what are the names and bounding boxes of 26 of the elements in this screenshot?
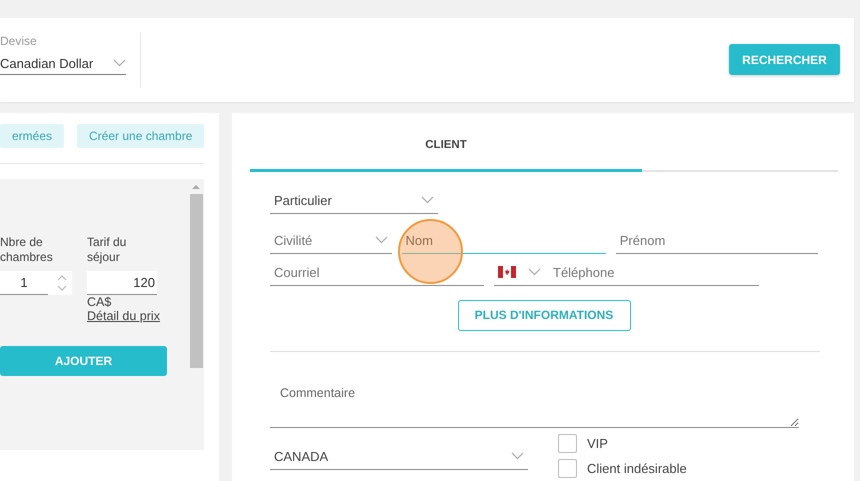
stay-rate-field[interactable]: 120: [87, 270, 157, 295]
spinner-icon[interactable]: [56, 272, 68, 293]
currency-select[interactable]: Canadian Dollar: [0, 56, 126, 75]
stay-rate-label: Tarif du séjour: [87, 234, 128, 265]
scrollbar-thumb[interactable]: [190, 194, 202, 368]
currency-label: Devise: [0, 34, 38, 48]
phone-field[interactable]: Téléphone: [494, 260, 759, 286]
checkbox[interactable]: [558, 458, 577, 478]
rooms-count-label: Nbre de chambres: [0, 234, 54, 265]
tab[interactable]: CLIENT: [250, 130, 642, 172]
chevron-down-icon: [374, 236, 388, 244]
civility-select[interactable]: Civilité: [270, 228, 392, 254]
chevron-down-icon: [113, 59, 126, 68]
chevron-down-icon: [421, 196, 434, 204]
rooms-count-field[interactable]: 1: [0, 270, 72, 295]
checkbox[interactable]: [558, 434, 577, 453]
chevron-down-icon: [528, 268, 541, 276]
chevron-down-icon: [511, 452, 524, 460]
checkbox-label: Client indésirable: [587, 460, 687, 476]
scroll-up-icon[interactable]: [192, 184, 200, 190]
flag-icon: [498, 266, 516, 278]
client-type-select[interactable]: Particulier: [270, 188, 438, 214]
checkbox-label: VIP: [587, 436, 608, 451]
price-detail-link[interactable]: Détail du prix: [87, 308, 160, 323]
country-select[interactable]: CANADA: [270, 444, 528, 470]
currency-unit: CA$: [87, 294, 112, 309]
